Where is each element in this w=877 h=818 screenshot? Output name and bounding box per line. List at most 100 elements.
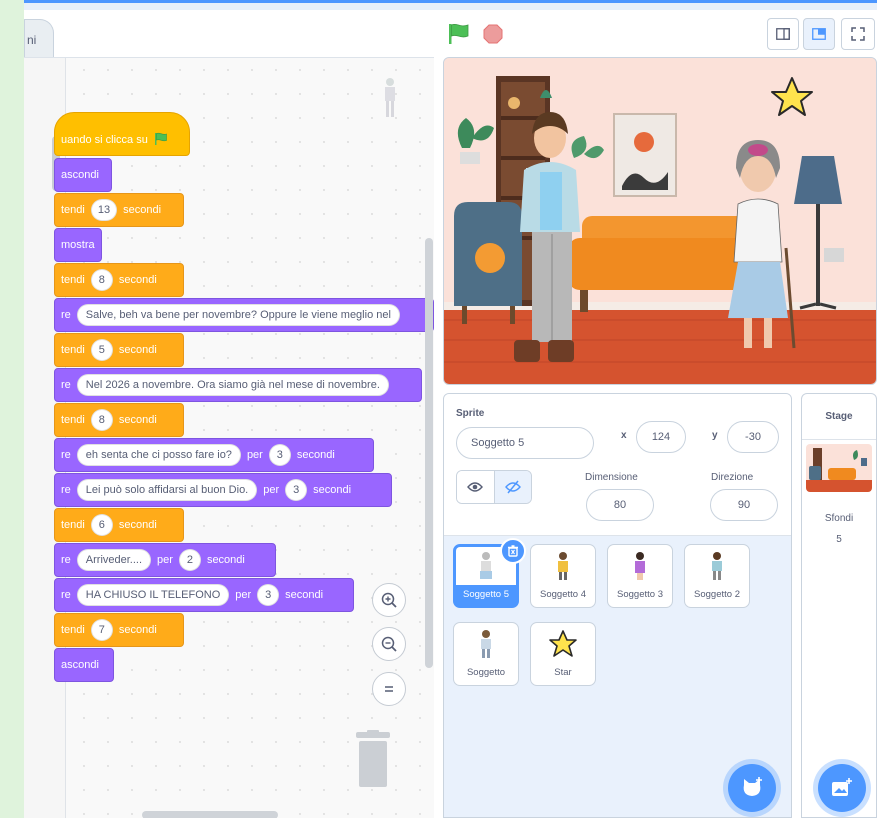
seconds-input[interactable]: 13 [90, 199, 118, 221]
zoom-out-button[interactable] [372, 627, 406, 661]
backdrop-thumbnail [806, 444, 872, 492]
sprite-thumbnail-icon [558, 552, 568, 580]
sprite-tile-soggetto-4[interactable]: Soggetto 4 [530, 544, 596, 608]
sprite-tile-label: Star [554, 667, 572, 678]
block-label: tendi [61, 624, 85, 636]
direction-label: Direzione [711, 472, 754, 483]
stop-button[interactable] [483, 24, 503, 44]
seconds-input[interactable]: 8 [90, 409, 113, 431]
cat-add-icon [743, 777, 762, 796]
sprite-tile-label: Soggetto 2 [694, 589, 740, 600]
left-side-strip [0, 0, 24, 818]
code-workspace[interactable]: uando si clicca su ascondi tendi 13 seco… [24, 57, 434, 818]
say-for-secs-block[interactable]: re HA CHIUSO IL TELEFONO per 3 secondi [54, 578, 354, 612]
wait-block[interactable]: tendi 8 secondi [54, 263, 184, 297]
trash-icon[interactable] [354, 730, 392, 788]
say-for-secs-block[interactable]: re Lei può solo affidarsi al buon Dio. p… [54, 473, 392, 507]
stage-canvas[interactable] [443, 57, 877, 385]
block-label: re [61, 554, 71, 566]
block-unit: secondi [118, 414, 157, 426]
wait-block[interactable]: tendi 13 secondi [54, 193, 184, 227]
block-label: per [246, 449, 263, 461]
sprite-tile-soggetto-2[interactable]: Soggetto 2 [684, 544, 750, 608]
hide-block[interactable]: ascondi [54, 648, 114, 682]
size-field[interactable]: 80 [586, 489, 654, 521]
x-label: x [621, 430, 627, 441]
say-block[interactable]: re Salve, beh va bene per novembre? Oppu… [54, 298, 434, 332]
tab-label: ni [27, 33, 37, 47]
say-text-input[interactable]: Salve, beh va bene per novembre? Oppure … [76, 304, 400, 326]
workspace-horizontal-scrollbar[interactable] [142, 811, 278, 818]
seconds-input[interactable]: 8 [90, 269, 113, 291]
small-stage-icon [776, 28, 790, 40]
trash-icon [508, 545, 518, 557]
normal-stage-button[interactable] [803, 18, 835, 50]
say-block[interactable]: re Nel 2026 a novembre. Ora siamo già ne… [54, 368, 422, 402]
sprite-tile-star[interactable]: Star [530, 622, 596, 686]
block-unit: secondi [118, 624, 157, 636]
eye-icon [467, 482, 484, 492]
seconds-input[interactable]: 3 [268, 444, 291, 466]
stage-selector[interactable]: Stage Sfondi 5 [801, 393, 877, 818]
block-label: tendi [61, 414, 85, 426]
delete-sprite-button[interactable] [500, 538, 526, 564]
block-label: tendi [61, 344, 85, 356]
when-flag-clicked-block[interactable]: uando si clicca su [54, 112, 190, 156]
sprite-tile-soggetto-3[interactable]: Soggetto 3 [607, 544, 673, 608]
say-text-input[interactable]: Lei può solo affidarsi al buon Dio. [76, 479, 258, 501]
small-stage-button[interactable] [767, 18, 799, 50]
block-text: ascondi [61, 169, 99, 181]
sprite-name-field[interactable]: Soggetto 5 [456, 427, 594, 459]
eye-hidden-icon [505, 480, 521, 494]
choose-sprite-button[interactable] [728, 764, 776, 812]
stage-title: Stage [802, 394, 876, 440]
show-block[interactable]: mostra [54, 228, 102, 262]
block-label: tendi [61, 274, 85, 286]
sprite-thumbnail-icon [481, 630, 491, 658]
wait-block[interactable]: tendi 7 secondi [54, 613, 184, 647]
hide-block[interactable]: ascondi [54, 158, 112, 192]
sprite-label: Sprite [456, 408, 485, 419]
seconds-input[interactable]: 6 [90, 514, 113, 536]
block-text: mostra [61, 239, 95, 251]
block-label: re [61, 484, 71, 496]
seconds-input[interactable]: 5 [90, 339, 113, 361]
tab-partial[interactable]: ni [24, 19, 54, 57]
direction-field[interactable]: 90 [710, 489, 778, 521]
size-label: Dimensione [585, 472, 638, 483]
workspace-vertical-scrollbar[interactable] [425, 238, 433, 668]
seconds-input[interactable]: 3 [257, 584, 280, 606]
show-sprite-button[interactable] [457, 471, 494, 503]
sprite-tile-label: Soggetto 3 [617, 589, 663, 600]
sprite-tile-label: Soggetto [466, 667, 506, 678]
choose-backdrop-button[interactable] [818, 764, 866, 812]
zoom-reset-button[interactable] [372, 672, 406, 706]
visibility-toggle [456, 470, 532, 504]
seconds-input[interactable]: 3 [285, 479, 308, 501]
say-text-input[interactable]: Arriveder.... [76, 549, 152, 571]
wait-block[interactable]: tendi 5 secondi [54, 333, 184, 367]
menu-bar-edge [24, 0, 877, 10]
say-text-input[interactable]: HA CHIUSO IL TELEFONO [76, 584, 230, 606]
block-label: re [61, 379, 71, 391]
say-text-input[interactable]: eh senta che ci posso fare io? [76, 444, 241, 466]
backdrops-label: Sfondi [824, 513, 854, 524]
hide-sprite-button[interactable] [493, 471, 531, 503]
sprite-tile-soggetto[interactable]: Soggetto [453, 622, 519, 686]
green-flag-button[interactable] [447, 22, 471, 46]
sprite-thumbnail-icon [635, 552, 645, 580]
sprite-thumbnail-icon [712, 552, 722, 580]
seconds-input[interactable]: 2 [178, 549, 201, 571]
fullscreen-button[interactable] [841, 18, 875, 50]
wait-block[interactable]: tendi 6 secondi [54, 508, 184, 542]
zoom-in-button[interactable] [372, 583, 406, 617]
x-position-field[interactable]: 124 [636, 421, 686, 453]
seconds-input[interactable]: 7 [90, 619, 113, 641]
say-for-secs-block[interactable]: re eh senta che ci posso fare io? per 3 … [54, 438, 374, 472]
zoom-in-icon [381, 592, 397, 608]
say-for-secs-block[interactable]: re Arriveder.... per 2 secondi [54, 543, 276, 577]
wait-block[interactable]: tendi 8 secondi [54, 403, 184, 437]
y-position-field[interactable]: -30 [727, 421, 779, 453]
block-label: per [263, 484, 280, 496]
say-text-input[interactable]: Nel 2026 a novembre. Ora siamo già nel m… [76, 374, 389, 396]
